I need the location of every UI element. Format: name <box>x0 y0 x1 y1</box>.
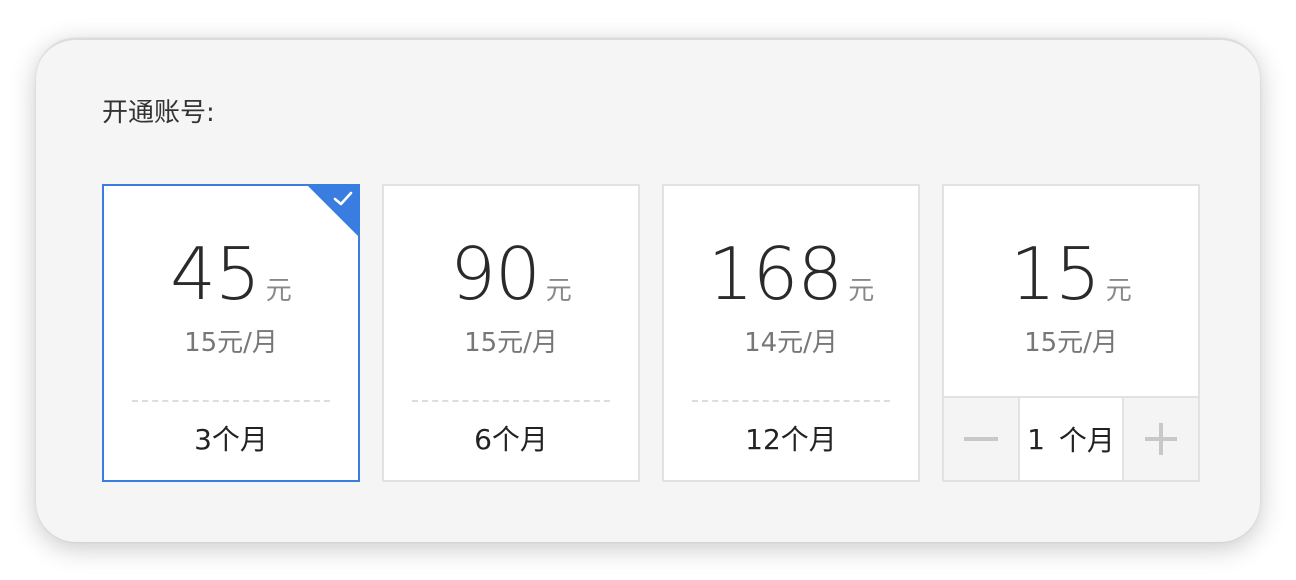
price-per-month: 15元/月 <box>1024 328 1118 358</box>
plan-card-custom[interactable]: 15 元 15元/月 1 个月 <box>942 184 1200 482</box>
card-divider <box>132 400 330 402</box>
price-amount: 168 <box>707 232 843 316</box>
quantity-display[interactable]: 1 个月 <box>1020 398 1122 480</box>
month-quantity-stepper: 1 个月 <box>944 396 1198 480</box>
minus-icon <box>964 437 998 441</box>
quantity-value: 1 <box>1027 422 1045 456</box>
section-title: 开通账号: <box>102 98 215 128</box>
plan-price: 15 元 <box>944 234 1198 314</box>
price-per-month: 15元/月 <box>184 328 278 358</box>
card-divider <box>412 400 610 402</box>
plus-icon <box>1145 423 1177 455</box>
price-amount: 15 <box>1010 232 1101 316</box>
plan-price: 168 元 <box>664 234 918 314</box>
quantity-unit: 个月 <box>1058 424 1115 457</box>
price-per-month: 14元/月 <box>744 328 838 358</box>
plan-selection-panel: 开通账号: 45 元 15元/月 3个月 90 元 15元/月 6个月 168 元 1… <box>36 38 1260 542</box>
checkmark-icon <box>333 191 353 206</box>
plan-card-3-months[interactable]: 45 元 15元/月 3个月 <box>102 184 360 482</box>
increment-button[interactable] <box>1122 398 1198 480</box>
plan-card-12-months[interactable]: 168 元 14元/月 12个月 <box>662 184 920 482</box>
plan-duration: 6个月 <box>474 423 548 456</box>
price-amount: 90 <box>450 232 541 316</box>
price-currency: 元 <box>265 276 292 306</box>
price-currency: 元 <box>545 276 572 306</box>
plan-price: 90 元 <box>384 234 638 314</box>
decrement-button[interactable] <box>944 398 1020 480</box>
price-amount: 45 <box>170 232 261 316</box>
price-per-month: 15元/月 <box>464 328 558 358</box>
plan-price: 45 元 <box>104 234 358 314</box>
plan-duration: 12个月 <box>745 423 837 456</box>
card-divider <box>692 400 890 402</box>
plan-card-6-months[interactable]: 90 元 15元/月 6个月 <box>382 184 640 482</box>
price-currency: 元 <box>848 276 875 306</box>
plan-duration: 3个月 <box>194 423 268 456</box>
price-currency: 元 <box>1105 276 1132 306</box>
